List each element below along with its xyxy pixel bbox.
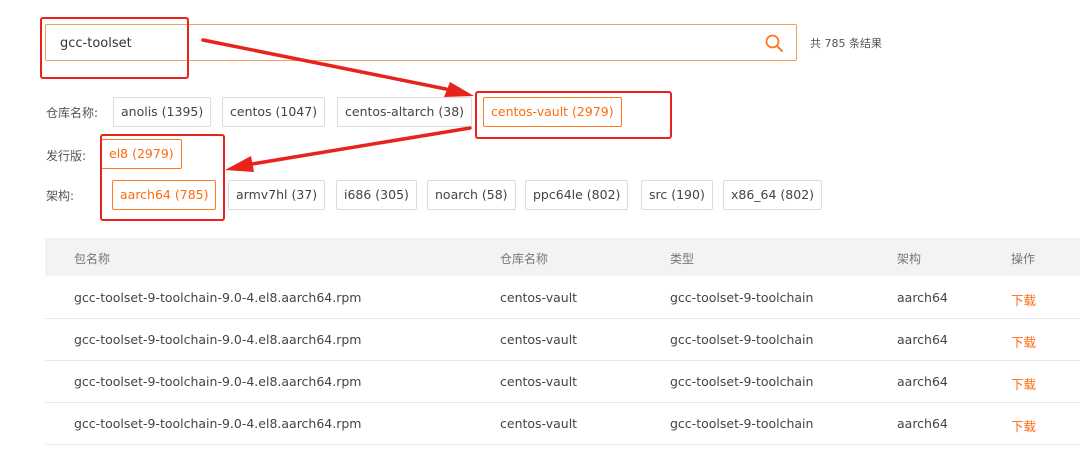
search-icon[interactable] <box>764 33 784 53</box>
result-count: 共 785 条结果 <box>810 37 882 50</box>
arrow-head-search-to-repo <box>444 82 474 97</box>
table-row: gcc-toolset-9-toolchain-9.0-4.el8.aarch6… <box>45 277 1080 319</box>
header-arch: 架构 <box>897 252 922 266</box>
header-type: 类型 <box>670 252 695 266</box>
cell-package-name: gcc-toolset-9-toolchain-9.0-4.el8.aarch6… <box>74 416 362 431</box>
cell-repo-name: centos-vault <box>500 332 578 347</box>
cell-type: gcc-toolset-9-toolchain <box>670 332 814 347</box>
cell-arch: aarch64 <box>897 374 948 389</box>
table-row: gcc-toolset-9-toolchain-9.0-4.el8.aarch6… <box>45 361 1080 403</box>
cell-package-name: gcc-toolset-9-toolchain-9.0-4.el8.aarch6… <box>74 290 362 305</box>
cell-arch: aarch64 <box>897 416 948 431</box>
arrow-head-repo-to-arch <box>225 156 254 172</box>
arch-option-i686[interactable]: i686 (305) <box>336 180 417 210</box>
table-header: 包名称 仓库名称 类型 架构 操作 <box>45 238 1080 276</box>
cell-type: gcc-toolset-9-toolchain <box>670 374 814 389</box>
cell-repo-name: centos-vault <box>500 416 578 431</box>
cell-type: gcc-toolset-9-toolchain <box>670 416 814 431</box>
cell-package-name: gcc-toolset-9-toolchain-9.0-4.el8.aarch6… <box>74 332 362 347</box>
search-input[interactable] <box>60 32 740 54</box>
arch-option-src[interactable]: src (190) <box>641 180 713 210</box>
repo-option-centos-altarch[interactable]: centos-altarch (38) <box>337 97 473 127</box>
arch-option-aarch64[interactable]: aarch64 (785) <box>112 180 217 210</box>
cell-repo-name: centos-vault <box>500 374 578 389</box>
arch-option-ppc64le[interactable]: ppc64le (802) <box>525 180 629 210</box>
arch-option-noarch[interactable]: noarch (58) <box>427 180 516 210</box>
header-repo-name: 仓库名称 <box>500 252 549 266</box>
cell-arch: aarch64 <box>897 290 948 305</box>
package-search-page: 共 785 条结果 仓库名称: anolis (1395) centos (10… <box>0 0 1080 453</box>
download-link[interactable]: 下载 <box>1011 374 1036 393</box>
table-row: gcc-toolset-9-toolchain-9.0-4.el8.aarch6… <box>45 319 1080 361</box>
cell-arch: aarch64 <box>897 332 948 347</box>
repo-filter-label: 仓库名称: <box>46 106 99 120</box>
download-link[interactable]: 下载 <box>1011 332 1036 351</box>
arch-filter-label: 架构: <box>46 189 75 203</box>
cell-repo-name: centos-vault <box>500 290 578 305</box>
header-actions: 操作 <box>1011 252 1036 266</box>
repo-option-centos-vault[interactable]: centos-vault (2979) <box>483 97 622 127</box>
download-link[interactable]: 下载 <box>1011 416 1036 435</box>
release-filter-label: 发行版: <box>46 149 87 163</box>
repo-option-anolis[interactable]: anolis (1395) <box>113 97 212 127</box>
cell-type: gcc-toolset-9-toolchain <box>670 290 814 305</box>
search-box <box>45 24 797 61</box>
arrow-line-repo-to-arch <box>250 126 472 166</box>
table-row: gcc-toolset-9-toolchain-9.0-4.el8.aarch6… <box>45 403 1080 445</box>
release-option-el8[interactable]: el8 (2979) <box>101 139 182 169</box>
arch-option-x86_64[interactable]: x86_64 (802) <box>723 180 823 210</box>
arch-option-armv7hl[interactable]: armv7hl (37) <box>228 180 326 210</box>
cell-package-name: gcc-toolset-9-toolchain-9.0-4.el8.aarch6… <box>74 374 362 389</box>
repo-option-centos[interactable]: centos (1047) <box>222 97 326 127</box>
header-package-name: 包名称 <box>74 252 111 266</box>
download-link[interactable]: 下载 <box>1011 290 1036 309</box>
